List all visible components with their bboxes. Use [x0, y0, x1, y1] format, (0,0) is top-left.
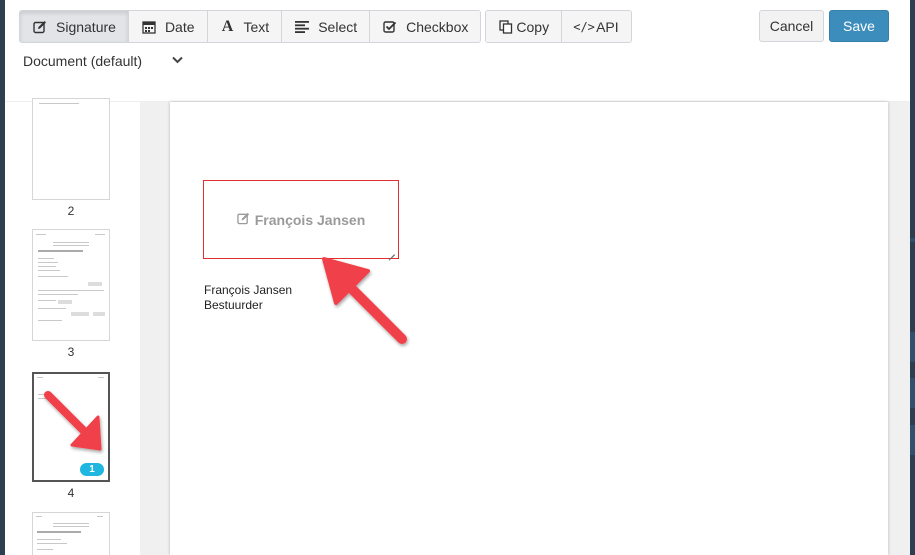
- checkbox-tool-button[interactable]: Checkbox: [370, 11, 481, 42]
- utility-group: Copy </> API: [485, 10, 632, 43]
- signature-editor-modal: Signature Date A Text Select Checkbox Co…: [5, 0, 910, 555]
- document-select-value: Document (default): [23, 53, 143, 69]
- signer-name: François Jansen: [204, 283, 293, 297]
- save-button[interactable]: Save: [829, 10, 889, 42]
- signature-field[interactable]: François Jansen: [203, 180, 399, 259]
- backdrop-edge: [910, 425, 915, 455]
- edit-icon: [32, 19, 48, 35]
- date-tool-button[interactable]: Date: [128, 11, 208, 42]
- backdrop-edge: [910, 238, 915, 242]
- select-tool-button[interactable]: Select: [282, 11, 371, 42]
- text-tool-label: Text: [243, 18, 270, 35]
- checkbox-tool-label: Checkbox: [406, 18, 469, 35]
- copy-button[interactable]: Copy: [486, 11, 563, 42]
- page-thumbnail-selected[interactable]: 1: [32, 372, 110, 482]
- align-left-icon: [294, 19, 310, 35]
- field-type-group: Signature Date A Text Select Checkbox: [19, 10, 482, 43]
- document-select[interactable]: Document (default): [23, 50, 183, 72]
- api-button[interactable]: </> API: [562, 11, 631, 42]
- date-tool-label: Date: [164, 18, 195, 35]
- calendar-icon: [141, 19, 157, 35]
- page-thumbnail[interactable]: [32, 98, 110, 200]
- cancel-button[interactable]: Cancel: [759, 10, 824, 42]
- checkbox-icon: [382, 19, 398, 35]
- code-icon: </>: [573, 19, 595, 34]
- page-thumbnails: 2 3 1 4: [5, 98, 140, 555]
- resize-handle[interactable]: [387, 247, 395, 255]
- annotation-arrow: [322, 257, 407, 344]
- select-tool-label: Select: [318, 18, 358, 35]
- api-label: API: [596, 18, 619, 35]
- signature-tool-button[interactable]: Signature: [20, 11, 129, 42]
- document-viewer: François Jansen François Jansen Bestuurd…: [140, 102, 910, 555]
- page-number: 4: [67, 486, 75, 500]
- signature-field-label: François Jansen: [254, 211, 366, 228]
- copy-label: Copy: [516, 18, 550, 35]
- copy-icon: [498, 19, 514, 35]
- page-thumbnail[interactable]: [32, 512, 110, 555]
- document-page: François Jansen François Jansen Bestuurd…: [170, 102, 888, 555]
- page-thumbnail[interactable]: [32, 229, 110, 341]
- edit-icon: [237, 212, 250, 228]
- page-number: 3: [67, 345, 75, 359]
- signature-tool-label: Signature: [56, 18, 116, 35]
- signer-role: Bestuurder: [204, 298, 263, 312]
- field-count-badge: 1: [80, 463, 104, 476]
- field-toolbar: Signature Date A Text Select Checkbox Co…: [19, 10, 636, 43]
- chevron-down-icon: [172, 55, 183, 67]
- backdrop-edge: [910, 378, 915, 408]
- text-tool-button[interactable]: A Text: [207, 11, 283, 42]
- page-number: 2: [67, 204, 75, 218]
- font-icon: A: [221, 17, 234, 35]
- backdrop-edge: [910, 332, 915, 362]
- signer-block: François Jansen Bestuurder: [204, 283, 292, 313]
